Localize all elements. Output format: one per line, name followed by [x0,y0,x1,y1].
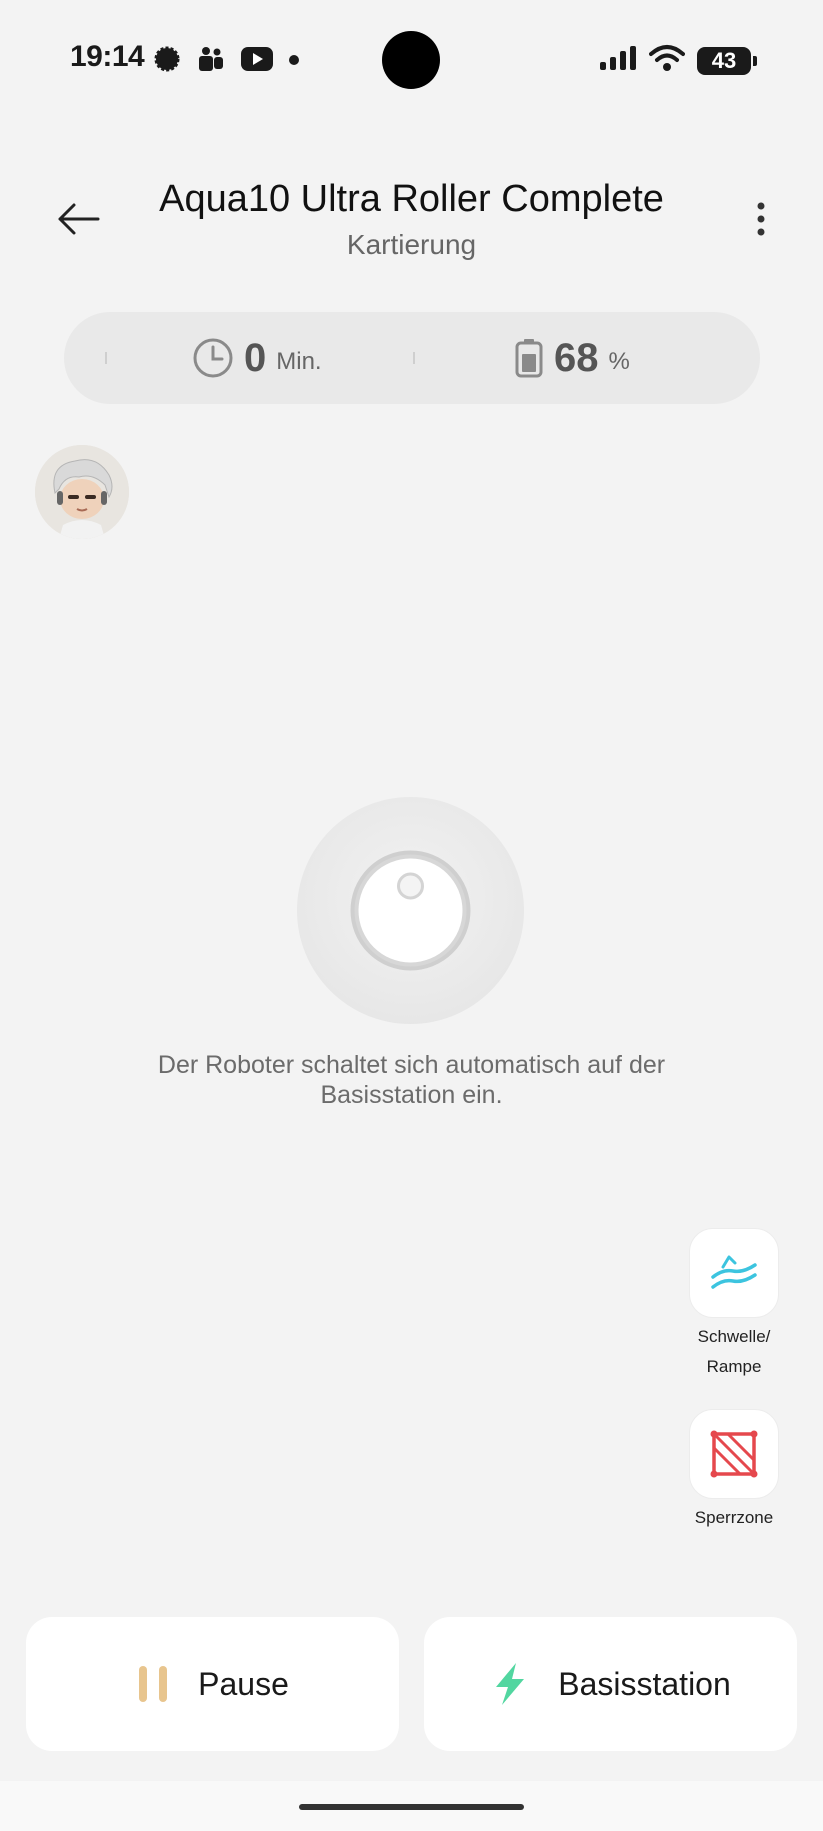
robot-status-illustration [297,797,524,1024]
cleaning-time-unit: Min. [276,348,322,375]
signal-app-icon [152,44,182,79]
robot-message: Der Roboter schaltet sich automatisch au… [157,1051,666,1109]
battery-value: 68 [554,335,599,380]
youtube-icon [240,46,274,77]
status-time: 19:14 [70,40,145,73]
threshold-ramp-label-line1: Schwelle/ [697,1327,771,1346]
pause-label: Pause [198,1665,289,1702]
dock-button[interactable]: Basisstation [424,1617,797,1751]
cleaning-time-stat: 0 Min. [192,330,322,386]
robot-vacuum-icon [350,850,471,971]
teams-icon [196,44,226,79]
battery-level-text: 43 [711,47,737,73]
lightning-bolt-icon [496,1663,525,1705]
front-camera [382,31,440,89]
page-subtitle: Kartierung [346,229,477,260]
dock-label: Basisstation [558,1665,731,1702]
divider [105,352,107,364]
status-summary: 0 Min. 68 % [64,312,760,404]
pause-icon [139,1666,168,1702]
status-icons-left [152,44,300,79]
clock-icon [193,338,233,378]
no-go-zone-icon [710,1430,758,1478]
battery-icon: 43 [697,46,757,75]
pause-button[interactable]: Pause [26,1617,399,1751]
no-go-zone-label: Sperrzone [694,1508,774,1527]
more-vertical-icon [757,202,765,236]
no-go-zone-button[interactable] [689,1409,779,1499]
divider [413,352,415,364]
status-icons-right: 43 [599,44,757,77]
threshold-ramp-label-line2: Rampe [706,1357,762,1376]
battery-unit: % [608,348,630,375]
battery-stat: 68 % [514,330,630,386]
cellular-signal-icon [599,45,637,76]
battery-level-icon [515,339,543,378]
threshold-ramp-label: Schwelle/ Rampe [670,1322,798,1382]
more-options-button[interactable] [739,195,783,243]
wifi-icon [649,44,685,77]
page-title: Aqua10 Ultra Roller Complete [159,178,664,220]
threshold-ramp-icon [711,1255,757,1289]
home-indicator[interactable] [299,1804,524,1810]
cleaning-time-value: 0 [244,335,267,380]
dot-icon [288,53,300,71]
character-avatar-icon [35,445,129,539]
threshold-ramp-button[interactable] [689,1228,779,1318]
avatar[interactable] [35,445,129,539]
